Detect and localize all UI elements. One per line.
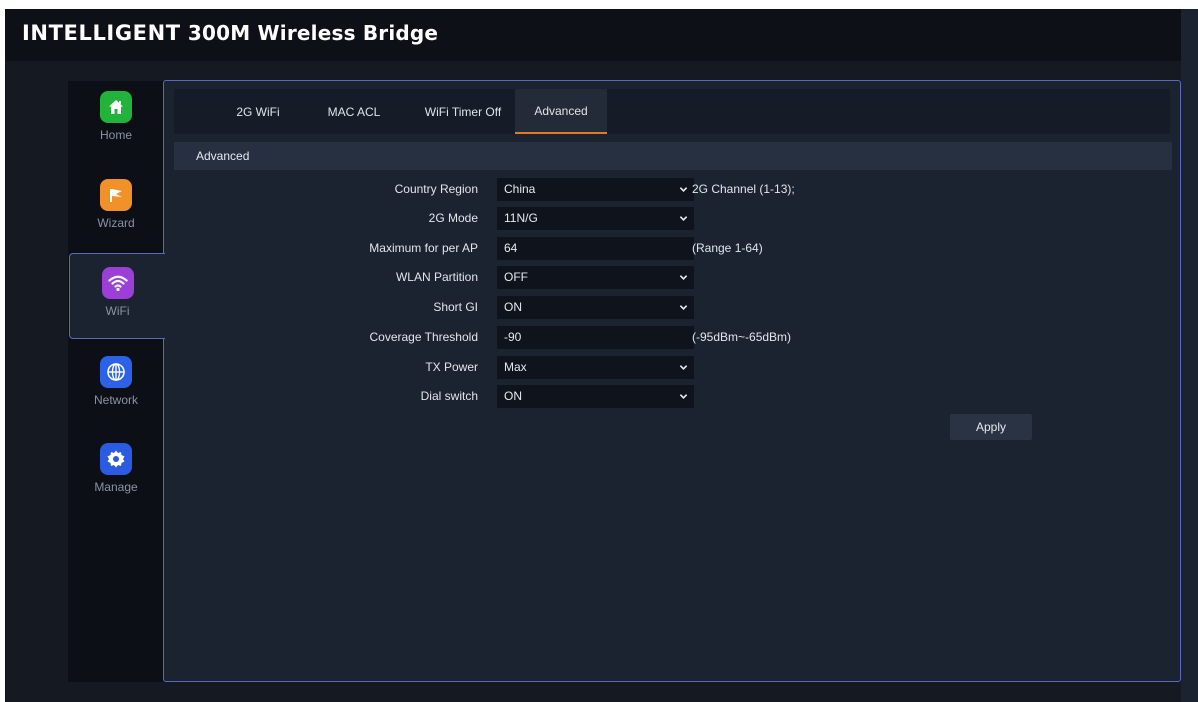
tab-mac-acl[interactable]: MAC ACL — [324, 89, 384, 134]
form-row-short-gi: Short GI ON — [164, 296, 1164, 319]
sidebar-item-home[interactable]: Home — [68, 81, 164, 163]
dial-switch-select[interactable]: ON — [497, 385, 694, 408]
home-icon — [100, 91, 132, 123]
sidebar-item-wizard[interactable]: Wizard — [68, 169, 164, 251]
app-window: INTELLIGENT 300M Wireless Bridge Home Wi… — [5, 9, 1198, 702]
product-name: 300M Wireless Bridge — [187, 21, 439, 45]
gear-icon — [100, 443, 132, 475]
chevron-down-icon — [679, 275, 688, 280]
form-row-wlan-partition: WLAN Partition OFF — [164, 266, 1164, 289]
sidebar-item-label: Manage — [94, 480, 138, 494]
tx-power-label: TX Power — [425, 360, 478, 374]
form-row-max-per-ap: Maximum for per AP 64 (Range 1-64) — [164, 237, 1164, 260]
coverage-threshold-input[interactable]: -90 — [497, 326, 694, 349]
tab-wifi-timer-off[interactable]: WiFi Timer Off — [418, 89, 508, 134]
coverage-threshold-value: -90 — [504, 330, 522, 344]
sidebar-item-label: Home — [99, 128, 132, 142]
wlan-partition-select[interactable]: OFF — [497, 266, 694, 289]
short-gi-value: ON — [504, 300, 522, 314]
short-gi-label: Short GI — [433, 300, 478, 314]
tab-advanced[interactable]: Advanced — [515, 89, 607, 134]
brand-name: INTELLIGENT — [22, 21, 181, 45]
tx-power-select[interactable]: Max — [497, 356, 694, 379]
country-region-label: Country Region — [394, 182, 478, 196]
sidebar-item-network[interactable]: Network — [68, 343, 164, 425]
main-panel: 2G WiFi MAC ACL WiFi Timer Off Advanced … — [163, 80, 1181, 682]
dial-switch-value: ON — [504, 389, 522, 403]
app-title: INTELLIGENT 300M Wireless Bridge — [22, 21, 438, 45]
chevron-down-icon — [679, 216, 688, 221]
country-region-value: China — [504, 182, 536, 196]
2g-mode-value: 11N/G — [504, 211, 538, 225]
tab-bar: 2G WiFi MAC ACL WiFi Timer Off Advanced — [174, 89, 1170, 134]
apply-button[interactable]: Apply — [950, 414, 1032, 440]
form-row-tx-power: TX Power Max — [164, 356, 1164, 379]
dial-switch-label: Dial switch — [420, 389, 478, 403]
chevron-down-icon — [679, 305, 688, 310]
country-region-select[interactable]: China — [497, 178, 694, 201]
sidebar-item-manage[interactable]: Manage — [68, 431, 164, 513]
globe-icon — [100, 356, 132, 388]
form-row-dial-switch: Dial switch ON — [164, 385, 1164, 408]
form-row-coverage-threshold: Coverage Threshold -90 (-95dBm~-65dBm) — [164, 326, 1164, 349]
wifi-icon — [101, 267, 134, 299]
chevron-down-icon — [679, 187, 688, 192]
chevron-down-icon — [679, 394, 688, 399]
sidebar: Home Wizard WiFi Network Manage — [68, 81, 165, 682]
chevron-down-icon — [679, 365, 688, 370]
wlan-partition-label: WLAN Partition — [395, 270, 478, 284]
form-row-country-region: Country Region China 2G Channel (1-13); — [164, 178, 1164, 201]
sidebar-item-label: Wizard — [97, 216, 135, 230]
max-per-ap-label: Maximum for per AP — [369, 241, 478, 255]
wlan-partition-value: OFF — [504, 270, 528, 284]
sidebar-item-label: WiFi — [105, 304, 130, 318]
2g-mode-label: 2G Mode — [428, 211, 478, 225]
sidebar-item-wifi[interactable]: WiFi — [69, 253, 165, 339]
tab-2g-wifi[interactable]: 2G WiFi — [230, 89, 286, 134]
form-row-2g-mode: 2G Mode 11N/G — [164, 207, 1164, 230]
max-per-ap-hint: (Range 1-64) — [692, 241, 763, 255]
max-per-ap-value: 64 — [504, 241, 518, 255]
sidebar-item-label: Network — [93, 393, 138, 407]
flag-icon — [100, 179, 132, 211]
section-title: Advanced — [174, 142, 1172, 170]
short-gi-select[interactable]: ON — [497, 296, 694, 319]
2g-mode-select[interactable]: 11N/G — [497, 207, 694, 230]
country-region-hint: 2G Channel (1-13); — [692, 182, 795, 196]
coverage-threshold-label: Coverage Threshold — [369, 330, 478, 344]
tx-power-value: Max — [504, 360, 527, 374]
header-bar: INTELLIGENT 300M Wireless Bridge — [5, 9, 1181, 61]
right-edge-strip — [1181, 9, 1198, 702]
max-per-ap-input[interactable]: 64 — [497, 237, 694, 260]
coverage-threshold-hint: (-95dBm~-65dBm) — [692, 330, 792, 344]
